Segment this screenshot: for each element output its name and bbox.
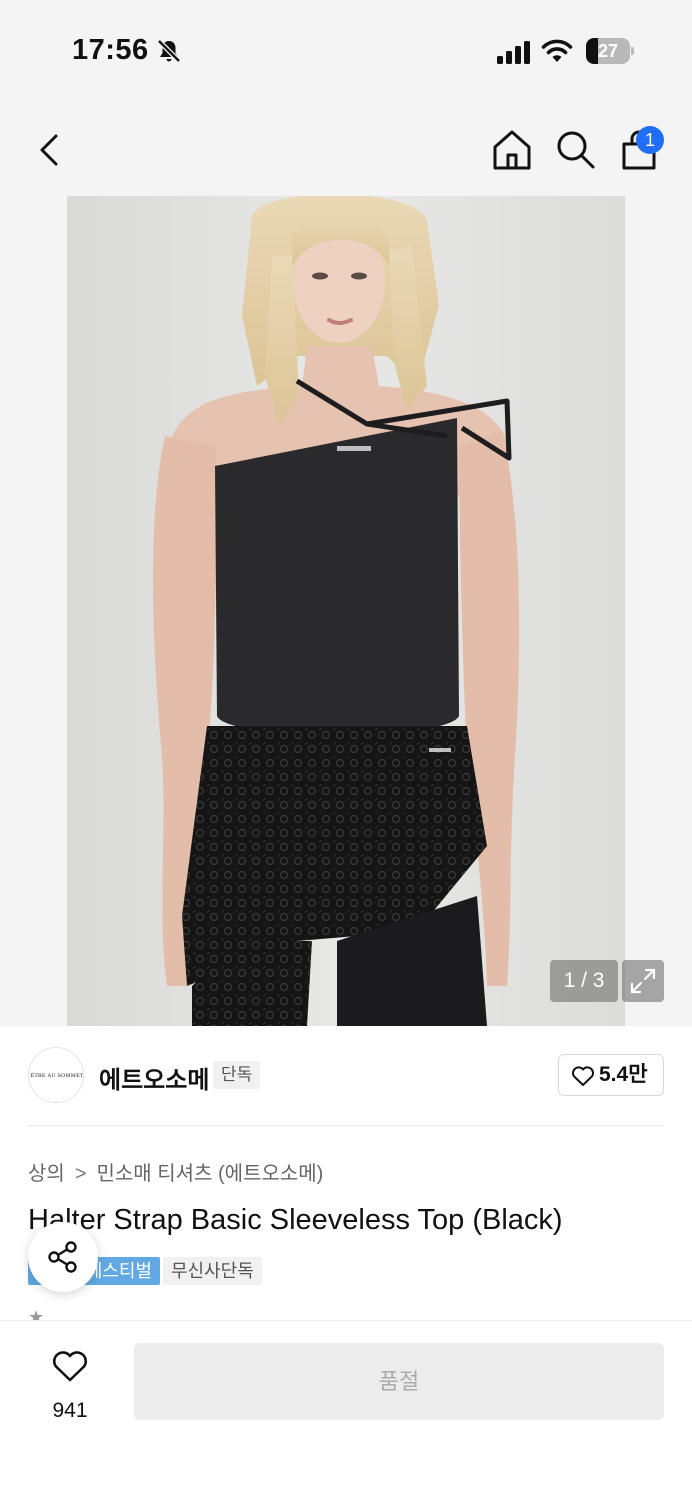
brand-logo-text: ÊTRE AU SOMMET — [30, 1073, 84, 1079]
brand-like-button[interactable]: 5.4만 — [558, 1054, 664, 1096]
back-arrow-icon[interactable] — [30, 128, 70, 172]
wishlist-count: 941 — [52, 1399, 88, 1422]
brand-row[interactable]: ÊTRE AU SOMMET 에트오소메 단독 5.4만 — [0, 1026, 692, 1126]
share-icon — [48, 1241, 77, 1273]
expand-image-button[interactable] — [622, 960, 664, 1002]
product-image-gallery[interactable]: 1 / 3 — [0, 196, 692, 1026]
rating-row-partial: ★ — [28, 1311, 44, 1320]
heart-icon — [571, 1066, 595, 1086]
status-bar: 17:56 27 — [0, 0, 692, 100]
search-icon[interactable] — [553, 128, 597, 172]
breadcrumb-category[interactable]: 상의 — [28, 1157, 65, 1186]
status-time: 17:56 — [72, 34, 149, 66]
battery-indicator: 27 — [586, 38, 634, 64]
musinsa-exclusive-tag: 무신사단독 — [163, 1257, 262, 1285]
brand-exclusive-tag: 단독 — [213, 1061, 261, 1089]
bottom-purchase-bar: 941 품절 — [0, 1320, 692, 1500]
heart-outline-icon — [53, 1351, 87, 1382]
home-icon[interactable] — [490, 128, 534, 172]
breadcrumb-subcategory[interactable]: 민소매 티셔츠 (에트오소메) — [97, 1157, 324, 1186]
app-header — [0, 100, 692, 196]
brand-name[interactable]: 에트오소메 — [99, 1060, 209, 1095]
product-title: Halter Strap Basic Sleeveless Top (Black… — [28, 1204, 563, 1236]
breadcrumb: 상의 > 민소매 티셔츠 (에트오소메) — [28, 1157, 323, 1186]
cellular-signal-icon — [497, 41, 530, 64]
divider — [28, 1125, 664, 1126]
expand-icon — [630, 968, 656, 994]
wifi-icon — [541, 39, 573, 62]
wishlist-button[interactable]: 941 — [40, 1345, 100, 1425]
image-page-indicator: 1 / 3 — [550, 960, 618, 1002]
product-photo[interactable] — [67, 196, 625, 1026]
battery-nub — [631, 47, 634, 55]
sold-out-button[interactable]: 품절 — [134, 1343, 664, 1420]
battery-body: 27 — [586, 38, 630, 64]
brand-like-count: 5.4만 — [599, 1063, 648, 1086]
breadcrumb-separator: > — [74, 1163, 87, 1185]
battery-level: 27 — [597, 41, 619, 61]
cart-count-badge: 1 — [636, 126, 664, 154]
bell-slash-icon — [157, 39, 181, 63]
brand-logo[interactable]: ÊTRE AU SOMMET — [28, 1047, 84, 1103]
share-button[interactable] — [28, 1222, 98, 1292]
